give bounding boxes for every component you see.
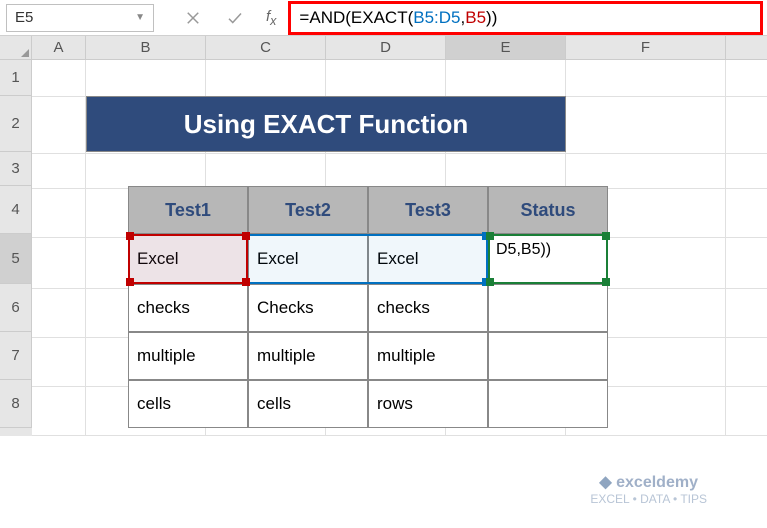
cancel-icon[interactable] xyxy=(184,9,202,27)
table-cell[interactable]: Excel xyxy=(368,234,488,284)
col-header-B[interactable]: B xyxy=(86,36,206,59)
formula-bar-row: E5 ▼ fx =AND(EXACT(B5:D5,B5)) xyxy=(0,0,767,36)
table-cell[interactable] xyxy=(488,284,608,332)
table-header[interactable]: Test1 xyxy=(128,186,248,234)
col-header-D[interactable]: D xyxy=(326,36,446,59)
col-header-E[interactable]: E xyxy=(446,36,566,59)
row-header-6[interactable]: 6 xyxy=(0,284,32,332)
chevron-down-icon[interactable]: ▼ xyxy=(135,12,145,23)
table-cell[interactable] xyxy=(488,332,608,380)
table-cell[interactable]: checks xyxy=(128,284,248,332)
table-header[interactable]: Test2 xyxy=(248,186,368,234)
page-title: Using EXACT Function xyxy=(86,96,566,152)
formula-text: =AND(EXACT(B5:D5,B5)) xyxy=(299,8,497,28)
row-header-4[interactable]: 4 xyxy=(0,186,32,234)
name-box[interactable]: E5 ▼ xyxy=(6,4,154,32)
table-cell[interactable]: rows xyxy=(368,380,488,428)
logo-icon: ◆ xyxy=(599,474,611,491)
data-table: Test1 Test2 Test3 Status Excel Excel Exc… xyxy=(128,186,608,428)
formula-bar-icons xyxy=(184,9,244,27)
table-cell[interactable] xyxy=(488,234,608,284)
col-header-A[interactable]: A xyxy=(32,36,86,59)
row-header-1[interactable]: 1 xyxy=(0,60,32,96)
table-cell[interactable]: Excel xyxy=(248,234,368,284)
col-header-C[interactable]: C xyxy=(206,36,326,59)
table-cell[interactable]: cells xyxy=(128,380,248,428)
table-cell[interactable]: Checks xyxy=(248,284,368,332)
watermark: ◆ exceldemy EXCEL • DATA • TIPS xyxy=(590,472,707,506)
table-cell[interactable]: checks xyxy=(368,284,488,332)
formula-input[interactable]: =AND(EXACT(B5:D5,B5)) xyxy=(288,1,763,35)
name-box-value: E5 xyxy=(15,9,33,26)
column-headers: A B C D E F xyxy=(0,36,767,60)
table-cell[interactable]: Excel xyxy=(128,234,248,284)
table-cell[interactable]: multiple xyxy=(128,332,248,380)
fx-icon[interactable]: fx xyxy=(266,8,276,28)
col-header-F[interactable]: F xyxy=(566,36,726,59)
row-header-3[interactable]: 3 xyxy=(0,152,32,186)
cells-area[interactable]: Using EXACT Function Test1 Test2 Test3 S… xyxy=(32,60,767,436)
table-cell[interactable]: multiple xyxy=(368,332,488,380)
row-header-7[interactable]: 7 xyxy=(0,332,32,380)
row-header-5[interactable]: 5 xyxy=(0,234,32,284)
table-cell[interactable]: multiple xyxy=(248,332,368,380)
spreadsheet-grid: A B C D E F 1 2 3 4 5 6 7 8 Using xyxy=(0,36,767,436)
table-header[interactable]: Test3 xyxy=(368,186,488,234)
row-header-2[interactable]: 2 xyxy=(0,96,32,152)
table-header[interactable]: Status xyxy=(488,186,608,234)
enter-icon[interactable] xyxy=(226,9,244,27)
table-cell[interactable]: cells xyxy=(248,380,368,428)
row-headers: 1 2 3 4 5 6 7 8 xyxy=(0,60,32,436)
row-header-8[interactable]: 8 xyxy=(0,380,32,428)
select-all-triangle[interactable] xyxy=(0,36,32,59)
table-cell[interactable] xyxy=(488,380,608,428)
